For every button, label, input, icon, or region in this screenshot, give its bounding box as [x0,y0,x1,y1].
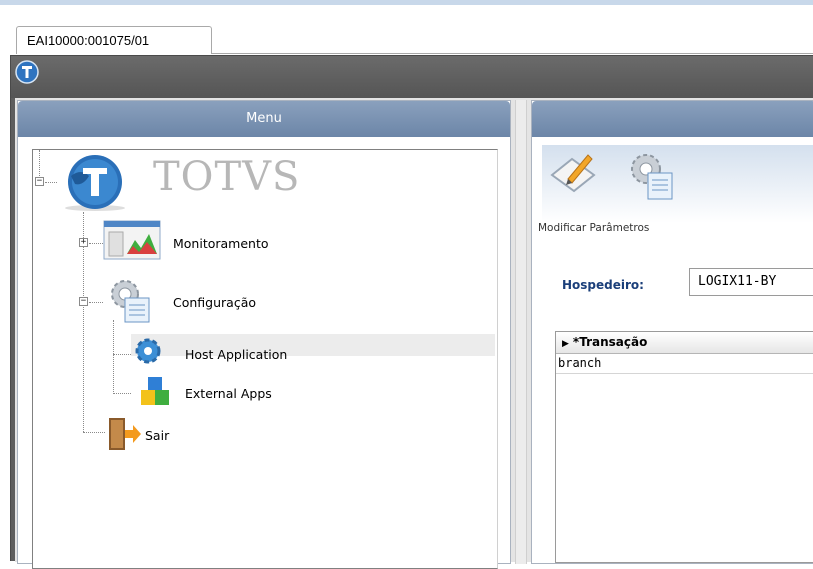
content-panel-header [532,101,813,137]
workspace: Menu − TOTVS + Monitoramento − Configura… [15,98,813,569]
top-border [0,0,813,5]
tree-line [83,432,105,433]
tree-item-monitoramento[interactable]: Monitoramento [173,236,269,251]
menu-panel-header: Menu [18,101,510,137]
tree-line [89,243,103,244]
tree-item-configuracao[interactable]: Configuração [173,295,256,310]
caret-right-icon: ▶ [562,339,569,349]
gear-icon[interactable] [133,336,163,366]
tree-line [113,320,114,394]
content-panel: Modificar Parâmetros Hospedeiro: LOGIX11… [531,100,813,564]
menu-panel: Menu − TOTVS + Monitoramento − Configura… [17,100,511,569]
settings-gear-icon[interactable] [107,278,153,324]
monitoramento-expander[interactable]: + [79,238,88,247]
tree-line [113,393,131,394]
tree-item-external-apps[interactable]: External Apps [185,386,272,401]
hospedeiro-field[interactable]: LOGIX11-BY [689,268,813,296]
root-expander[interactable]: − [35,177,44,186]
tab-document[interactable]: EAI10000:001075/01 [16,26,212,54]
menu-tree: − TOTVS + Monitoramento − Configuração H… [32,149,498,569]
tree-item-host-application[interactable]: Host Application [185,347,287,362]
tab-strip-line [212,53,813,54]
transaction-grid: ▶ *Transação branch [555,331,813,563]
toolbar-modify-parameters-label[interactable]: Modificar Parâmetros [538,222,649,234]
table-row[interactable]: branch [556,354,813,374]
grid-header-transacao[interactable]: ▶ *Transação [556,332,813,354]
totvs-brand-text: TOTVS [153,154,301,200]
panel-splitter[interactable] [515,100,527,564]
hospedeiro-label: Hospedeiro: [562,278,644,292]
tree-item-sair[interactable]: Sair [145,428,169,443]
toolbar [542,145,813,223]
configuracao-expander[interactable]: − [79,297,88,306]
exit-door-icon[interactable] [107,416,141,452]
tree-line [39,150,40,176]
edit-pencil-icon[interactable] [548,149,598,199]
tree-line [89,302,103,303]
totvs-globe-icon [65,155,125,211]
tree-line [113,354,131,355]
grid-header-label: *Transação [572,335,648,349]
app-window: Menu − TOTVS + Monitoramento − Configura… [10,55,813,569]
monitoring-chart-icon[interactable] [103,220,161,260]
totvs-logo-icon [15,60,39,84]
tree-line [45,182,57,183]
parameters-gear-icon[interactable] [626,151,676,201]
cubes-icon[interactable] [139,376,171,408]
title-bar [11,56,813,98]
